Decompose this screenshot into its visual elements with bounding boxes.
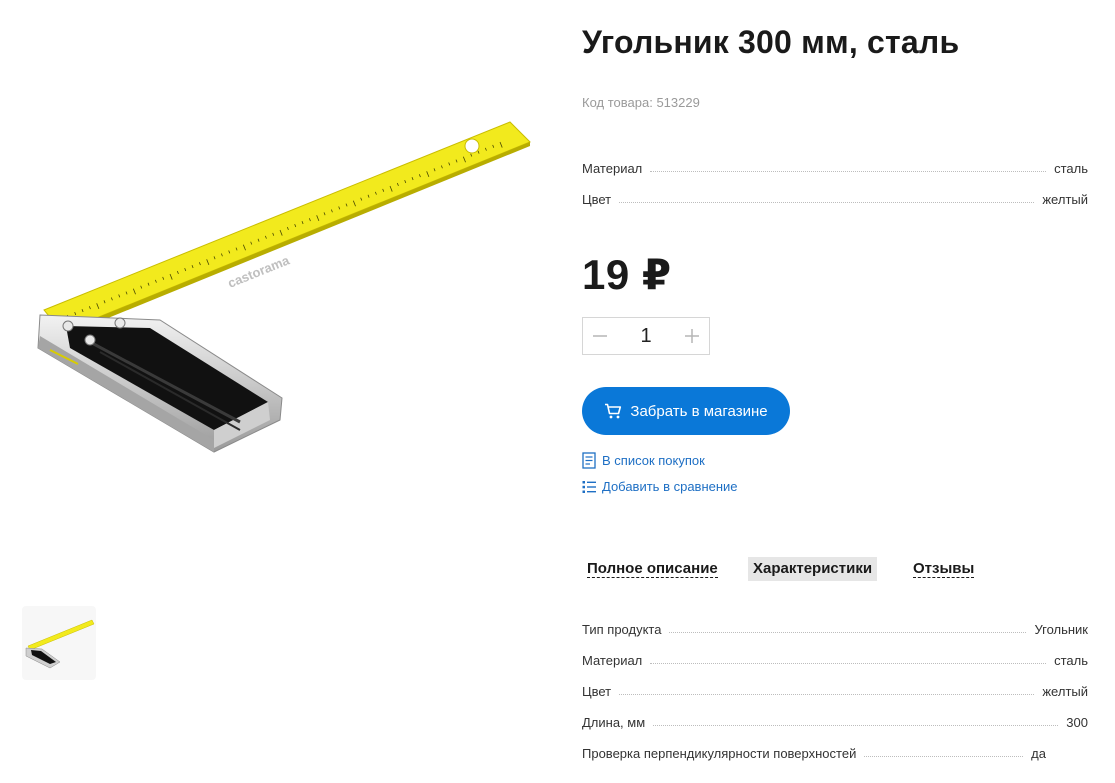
add-to-shopping-list-link[interactable]: В список покупок xyxy=(582,452,705,469)
decrease-quantity-button[interactable] xyxy=(583,318,617,354)
tab-label: Полное описание xyxy=(587,560,718,578)
characteristic-row: Проверка перпендикулярности поверхностей… xyxy=(582,743,1046,761)
spec-dots xyxy=(653,725,1059,726)
characteristic-label: Проверка перпендикулярности поверхностей xyxy=(582,746,857,761)
quantity-value[interactable]: 1 xyxy=(617,325,675,348)
spec-value: желтый xyxy=(1042,192,1088,207)
add-to-compare-link[interactable]: Добавить в сравнение xyxy=(582,479,738,494)
list-icon xyxy=(582,452,596,469)
pickup-button-label: Забрать в магазине xyxy=(630,402,768,420)
product-main-image[interactable]: castorama xyxy=(0,80,560,500)
product-thumbnail[interactable] xyxy=(22,606,96,680)
increase-quantity-button[interactable] xyxy=(675,318,709,354)
compare-icon xyxy=(582,480,596,493)
characteristic-label: Тип продукта xyxy=(582,622,662,637)
product-sku: Код товара: 513229 xyxy=(582,95,700,110)
spec-dots xyxy=(669,632,1027,633)
spec-dots xyxy=(650,171,1047,172)
spec-label: Материал xyxy=(582,161,643,176)
characteristic-row: Тип продукта Угольник xyxy=(582,619,1088,637)
characteristic-value: Угольник xyxy=(1034,622,1088,637)
cart-icon xyxy=(605,403,622,419)
spec-label: Цвет xyxy=(582,192,612,207)
quantity-stepper: 1 xyxy=(582,317,710,355)
characteristic-label: Цвет xyxy=(582,684,612,699)
characteristic-value: желтый xyxy=(1042,684,1088,699)
tab-label: Отзывы xyxy=(913,560,975,578)
spec-dots xyxy=(619,202,1035,203)
characteristic-value: 300 xyxy=(1066,715,1088,730)
sku-value: 513229 xyxy=(656,95,700,110)
shopping-list-label: В список покупок xyxy=(602,453,705,468)
tab-full-description[interactable]: Полное описание xyxy=(582,557,723,581)
product-title: Угольник 300 мм, сталь xyxy=(582,24,960,60)
pickup-in-store-button[interactable]: Забрать в магазине xyxy=(582,387,790,435)
characteristic-label: Длина, мм xyxy=(582,715,646,730)
minus-icon xyxy=(593,335,607,337)
sku-label: Код товара: xyxy=(582,95,653,110)
tab-label: Характеристики xyxy=(753,560,873,577)
product-price: 19 ₽ xyxy=(582,251,672,298)
tab-reviews[interactable]: Отзывы xyxy=(908,557,979,581)
plus-icon xyxy=(685,329,699,343)
characteristic-value: сталь xyxy=(1054,653,1088,668)
spec-dots xyxy=(864,756,1024,757)
characteristic-row: Длина, мм 300 xyxy=(582,712,1088,730)
compare-label: Добавить в сравнение xyxy=(602,479,738,494)
spec-dots xyxy=(619,694,1035,695)
characteristic-label: Материал xyxy=(582,653,643,668)
tab-characteristics[interactable]: Характеристики xyxy=(748,557,878,581)
brief-spec-row-material: Материал сталь xyxy=(582,158,1088,176)
spec-dots xyxy=(650,663,1047,664)
spec-value: сталь xyxy=(1054,161,1088,176)
characteristic-value: да xyxy=(1031,746,1046,761)
brief-spec-row-color: Цвет желтый xyxy=(582,189,1088,207)
product-gallery: castorama xyxy=(0,0,560,783)
characteristic-row: Цвет желтый xyxy=(582,681,1088,699)
characteristic-row: Материал сталь xyxy=(582,650,1088,668)
